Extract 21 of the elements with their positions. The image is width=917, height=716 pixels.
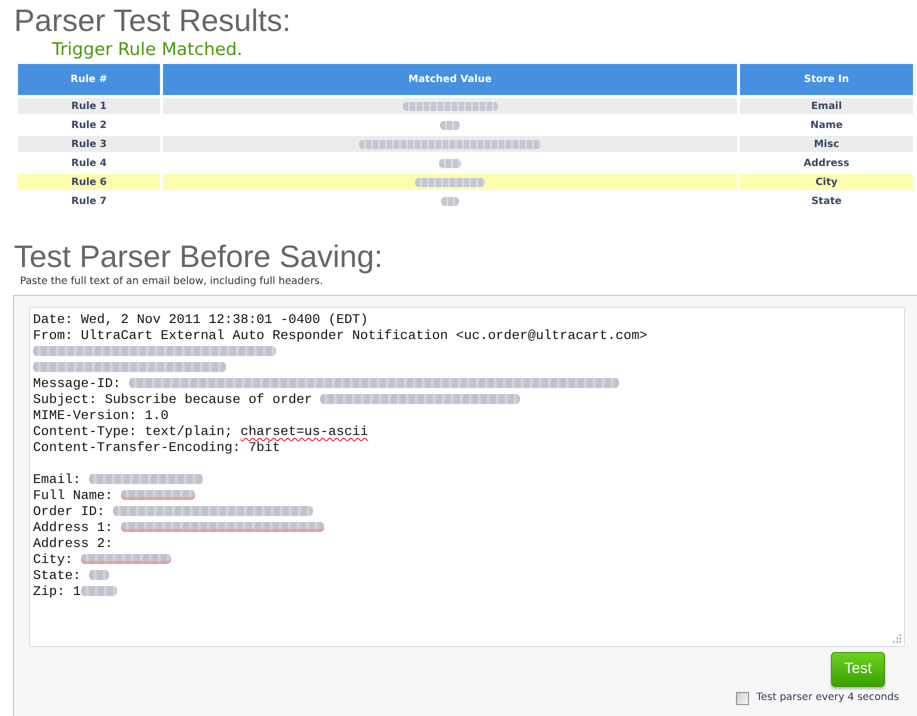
- table-cell: Rule 3: [18, 136, 160, 152]
- status-message: Trigger Rule Matched.: [52, 40, 244, 60]
- blurred-text: [415, 178, 485, 187]
- instructions-text: Paste the full text of an email below, including full headers.: [20, 275, 324, 289]
- email-text-area[interactable]: Date: Wed, 2 Nov 2011 12:38:01 -0400 (EDT) From: UltraCart External Auto Responder Notification <uc.order@ultracart.com> Message-ID: Subject: Subscribe because of order MIME-Version: 1.0 Content-Type: text/plain; charset=us-ascii Content-Transfer-Encoding: 7bit Email: Full Name: Order ID: Address 1: Address 2: City: State: Zip: 1: [29, 307, 905, 647]
- blurred-text: [441, 196, 459, 206]
- checkbox-label: Test parser every 4 seconds: [756, 691, 899, 705]
- column-header: Store In: [740, 64, 913, 95]
- column-header: Rule #: [18, 64, 160, 95]
- section-title: Test Parser Before Saving:: [14, 239, 384, 275]
- table-cell: Rule 6: [18, 174, 160, 190]
- resize-grip-icon[interactable]: [892, 634, 901, 643]
- blurred-text: [440, 120, 460, 130]
- auto-test-checkbox[interactable]: [736, 692, 750, 704]
- table-cell: Rule 1: [18, 98, 160, 114]
- table-cell: Misc: [740, 136, 913, 152]
- column-header: Matched Value: [163, 64, 737, 95]
- blurred-text: [439, 158, 461, 168]
- page-title: Parser Test Results:: [14, 3, 292, 39]
- table-cell: City: [740, 174, 913, 190]
- table-cell: Email: [740, 98, 913, 114]
